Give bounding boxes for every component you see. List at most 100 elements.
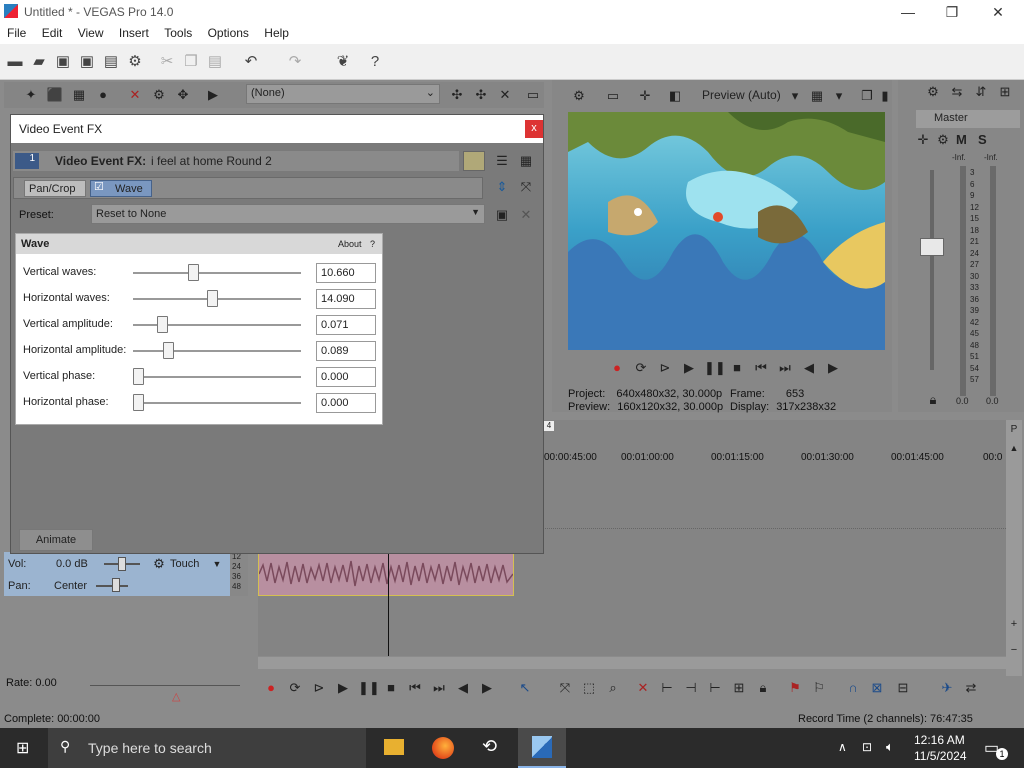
import-icon[interactable]: ⬛ — [46, 87, 64, 103]
mixer-dock-icon[interactable]: ⊞ — [996, 84, 1014, 100]
mixer-move-icon[interactable]: ✛ — [914, 132, 932, 148]
properties-icon[interactable]: ⚙ — [126, 53, 144, 71]
web-icon[interactable]: ● — [94, 87, 112, 103]
about-link[interactable]: About — [338, 239, 362, 249]
lock-icon[interactable]: 🔒︎ — [924, 392, 942, 408]
play-icon[interactable]: ▶ — [334, 680, 352, 696]
plugin-icon[interactable]: ❦ — [334, 53, 352, 71]
clock-time[interactable]: 12:16 AM — [914, 733, 965, 747]
play-from-start-icon[interactable]: ⊳ — [310, 680, 328, 696]
copy-snapshot-icon[interactable]: ❐ — [858, 88, 876, 104]
param-slider-thumb[interactable] — [188, 264, 200, 281]
param-slider-thumb[interactable] — [206, 290, 218, 307]
copy-icon[interactable]: ❐ — [182, 53, 200, 71]
crossfade-icon[interactable]: ⊠ — [868, 680, 886, 696]
animate-button[interactable]: Animate — [19, 529, 93, 551]
redo-icon[interactable]: ↷ — [286, 53, 304, 71]
menu-help[interactable]: Help — [257, 24, 294, 40]
open-icon[interactable]: ▰ — [30, 53, 48, 71]
fx-chain-icon[interactable]: ⤧ — [517, 179, 535, 195]
next-frame-icon[interactable]: ▶ — [478, 680, 496, 696]
play-icon[interactable]: ▶ — [680, 360, 698, 376]
record-icon[interactable]: ● — [608, 360, 626, 376]
maximize-button[interactable]: ❐ — [932, 2, 972, 22]
clock-date[interactable]: 11/5/2024 — [914, 749, 967, 763]
param-value-input[interactable]: 0.071 — [316, 315, 376, 335]
param-slider[interactable] — [133, 350, 301, 352]
preview-settings-icon[interactable]: ⚙ — [570, 88, 588, 104]
marker-icon[interactable]: ⚑ — [786, 680, 804, 696]
delete-icon[interactable]: ✕ — [634, 680, 652, 696]
external-monitor-icon[interactable]: ▭ — [604, 88, 622, 104]
pan-slider-thumb[interactable] — [112, 578, 120, 592]
prev-frame-icon[interactable]: ◀ — [454, 680, 472, 696]
ripple-icon[interactable]: ⊟ — [894, 680, 912, 696]
param-slider-thumb[interactable] — [133, 394, 144, 411]
chevron-down-icon[interactable]: ▾ — [786, 88, 804, 104]
vol-slider-thumb[interactable] — [118, 557, 126, 571]
timeline-vscroll[interactable]: P ▲ + − — [1006, 420, 1022, 676]
play-from-start-icon[interactable]: ⊳ — [656, 360, 674, 376]
loop-icon[interactable]: ⟳ — [632, 360, 650, 376]
delete-preset-icon[interactable]: ✕ — [517, 207, 535, 223]
go-to-end-icon[interactable]: ⏭ — [430, 680, 448, 696]
help-icon[interactable]: ? — [366, 53, 384, 71]
capture-icon[interactable]: ▦ — [70, 87, 88, 103]
cut-icon[interactable]: ✂ — [158, 53, 176, 71]
move-icon[interactable]: ✥ — [174, 87, 192, 103]
preset-dropdown[interactable]: (None) ⌄ — [246, 84, 440, 104]
trim-start-icon[interactable]: ⊣ — [682, 680, 700, 696]
remove-icon[interactable]: ✕ — [126, 87, 144, 103]
param-slider[interactable] — [133, 272, 301, 274]
help-icon[interactable]: ? — [370, 239, 375, 249]
new-icon[interactable]: ▬ — [6, 53, 24, 71]
file-explorer-icon[interactable] — [384, 739, 404, 755]
chain-item-pan-crop[interactable]: Pan/Crop — [24, 180, 86, 197]
snap-icon[interactable]: ∩ — [844, 680, 862, 696]
playhead-cursor[interactable] — [388, 540, 389, 656]
param-slider[interactable] — [133, 402, 301, 404]
prev-frame-icon[interactable]: ◀ — [800, 360, 818, 376]
param-value-input[interactable]: 0.000 — [316, 393, 376, 413]
marker-flag[interactable]: 4 — [544, 421, 554, 431]
grid-icon[interactable]: ▦ — [808, 88, 826, 104]
panel-p-icon[interactable]: P — [1005, 422, 1023, 438]
save-as-icon[interactable]: ▣ — [78, 53, 96, 71]
mixer-gear-icon[interactable]: ⚙ — [934, 132, 952, 148]
param-value-input[interactable]: 14.090 — [316, 289, 376, 309]
automation-mode[interactable]: Touch — [170, 558, 199, 570]
param-value-input[interactable]: 10.660 — [316, 263, 376, 283]
network-icon[interactable]: ⊡ — [862, 740, 872, 754]
pause-icon[interactable]: ❚❚ — [704, 360, 726, 376]
chevron-down-icon[interactable]: ▼ — [208, 556, 226, 572]
param-slider-thumb[interactable] — [133, 368, 144, 385]
trim-end-icon[interactable]: ⊢ — [706, 680, 724, 696]
windows-start-icon[interactable]: ⊞ — [16, 738, 29, 758]
master-fader-handle[interactable] — [920, 238, 944, 256]
mute-button[interactable]: M — [956, 132, 967, 147]
chevron-up-icon[interactable]: ∧ — [838, 740, 847, 754]
normal-edit-tool-icon[interactable]: ↖ — [516, 680, 534, 696]
go-to-start-icon[interactable]: ⏮ — [752, 360, 770, 376]
delete-icon[interactable]: ✕ — [496, 87, 514, 103]
scroll-up-icon[interactable]: ▲ — [1005, 440, 1023, 456]
param-slider[interactable] — [133, 376, 301, 378]
mixer-fx-icon[interactable]: ⇵ — [972, 84, 990, 100]
event-pan-icon[interactable]: ✈ — [938, 680, 956, 696]
render-icon[interactable]: ▤ — [102, 53, 120, 71]
sync-app-icon[interactable]: ⟲ — [482, 736, 497, 757]
paste-icon[interactable]: ▤ — [206, 53, 224, 71]
lock-icon[interactable]: 🔒︎ — [754, 680, 772, 696]
audio-event[interactable] — [258, 552, 514, 596]
mixer-route-icon[interactable]: ⇆ — [948, 84, 966, 100]
grid-view-icon[interactable]: ▦ — [517, 153, 535, 169]
close-button[interactable]: ✕ — [978, 2, 1018, 22]
param-value-input[interactable]: 0.089 — [316, 341, 376, 361]
menu-insert[interactable]: Insert — [112, 24, 154, 40]
undo-icon[interactable]: ↶ — [242, 53, 260, 71]
next-frame-icon[interactable]: ▶ — [824, 360, 842, 376]
go-to-end-icon[interactable]: ⏭ — [776, 360, 794, 376]
zoom-in-icon[interactable]: + — [1005, 616, 1023, 632]
split-screen-icon[interactable]: ✛ — [636, 88, 654, 104]
volume-icon[interactable]: 🔈︎ — [886, 739, 894, 755]
